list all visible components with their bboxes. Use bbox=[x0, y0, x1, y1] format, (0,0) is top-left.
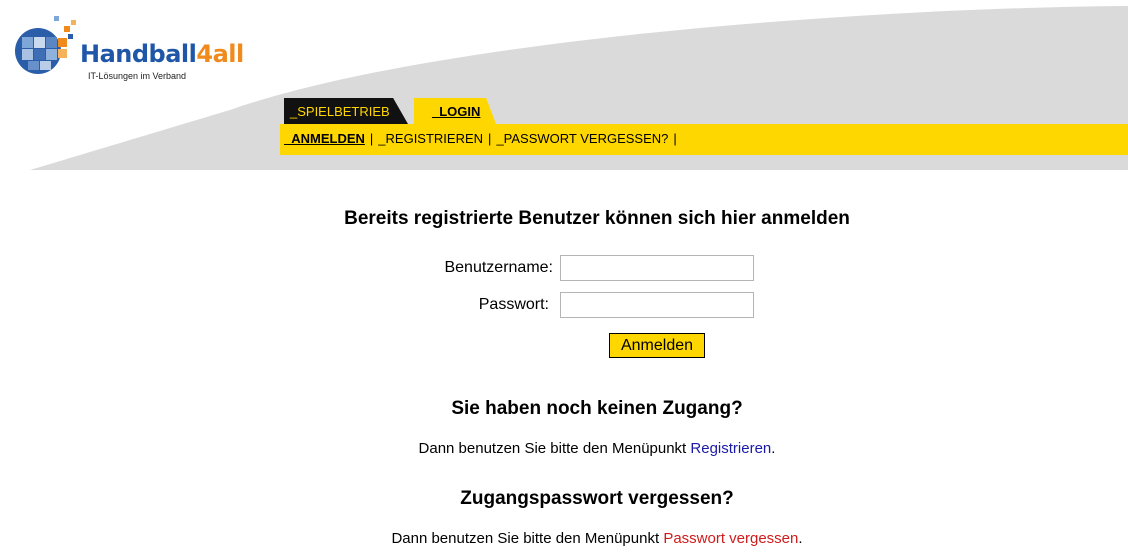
register-link[interactable]: Registrieren bbox=[690, 440, 771, 457]
tab-login[interactable]: _LOGIN bbox=[414, 98, 496, 124]
password-label: Passwort: bbox=[478, 296, 549, 313]
header: Handball4all IT-Lösungen im Verband _SPI… bbox=[0, 0, 1128, 170]
logo[interactable]: Handball4all IT-Lösungen im Verband bbox=[8, 12, 248, 82]
forgot-password-link[interactable]: Passwort vergessen bbox=[663, 530, 798, 547]
page: Handball4all IT-Lösungen im Verband _SPI… bbox=[0, 0, 1128, 560]
forgot-heading: Zugangspasswort vergessen? bbox=[460, 488, 734, 509]
forgot-text: Dann benutzen Sie bitte den Menüpunkt Pa… bbox=[0, 530, 1128, 547]
register-text-before: Dann benutzen Sie bitte den Menüpunkt bbox=[418, 440, 691, 457]
subnav-item-anmelden[interactable]: _ANMELDEN bbox=[284, 131, 365, 146]
subnav-separator: | bbox=[369, 131, 374, 146]
forgot-text-after: . bbox=[798, 530, 803, 547]
login-heading: Bereits registrierte Benutzer können sic… bbox=[344, 208, 850, 229]
subnav-items: _ANMELDEN | _REGISTRIEREN | _PASSWORT VERGES… bbox=[284, 131, 682, 146]
sub-navigation: _ANMELDEN | _REGISTRIEREN | _PASSWORT VERGES… bbox=[280, 124, 1128, 155]
subnav-separator: | bbox=[673, 131, 677, 146]
subnav-item-registrieren[interactable]: _REGISTRIEREN bbox=[378, 131, 483, 146]
password-row: Passwort: bbox=[0, 292, 549, 318]
register-text: Dann benutzen Sie bitte den Menüpunkt Re… bbox=[0, 440, 1128, 457]
login-button[interactable]: Anmelden bbox=[609, 333, 705, 358]
tab-spielbetrieb[interactable]: _SPIELBETRIEB bbox=[284, 98, 408, 124]
register-text-after: . bbox=[771, 440, 776, 457]
password-input[interactable] bbox=[560, 292, 754, 318]
register-heading: Sie haben noch keinen Zugang? bbox=[451, 398, 743, 419]
subnav-separator: | bbox=[488, 131, 492, 146]
logo-name: Handball4all bbox=[80, 40, 244, 68]
forgot-text-before: Dann benutzen Sie bitte den Menüpunkt bbox=[391, 530, 664, 547]
handball-logo-icon bbox=[15, 16, 76, 74]
subnav-item-passwort-vergessen[interactable]: _PASSWORT VERGESSEN? bbox=[496, 131, 668, 146]
username-row: Benutzername: bbox=[0, 255, 553, 281]
username-label: Benutzername: bbox=[444, 259, 553, 276]
username-input[interactable] bbox=[560, 255, 754, 281]
logo-tagline: IT-Lösungen im Verband bbox=[88, 71, 187, 81]
